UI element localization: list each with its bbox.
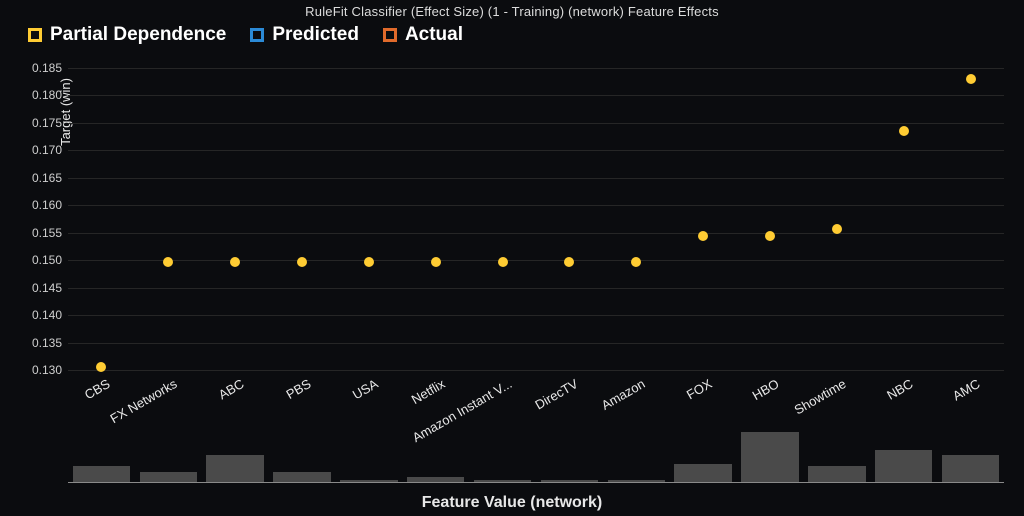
data-point[interactable] [832,224,842,234]
y-tick-label: 0.170 [28,143,62,157]
histogram-bar[interactable] [340,480,397,483]
x-tick-label: Amazon [599,376,648,413]
gridline [68,150,1004,151]
distribution-histogram [68,428,1004,483]
legend-item-actual[interactable]: Actual [383,24,463,46]
x-tick-label: FOX [684,376,715,402]
data-point[interactable] [698,231,708,241]
square-icon [383,28,397,42]
gridline [68,343,1004,344]
legend: Partial Dependence Predicted Actual [28,24,463,46]
histogram-bar[interactable] [741,432,798,482]
data-point[interactable] [899,126,909,136]
data-point[interactable] [631,257,641,267]
x-tick-label: AMC [950,376,983,403]
histogram-bar[interactable] [73,466,130,483]
gridline [68,205,1004,206]
x-tick-label: HBO [750,376,782,403]
y-tick-label: 0.155 [28,226,62,240]
y-tick-label: 0.185 [28,61,62,75]
chart-title: RuleFit Classifier (Effect Size) (1 - Tr… [0,4,1024,19]
x-tick-label: USA [350,376,381,402]
y-tick-label: 0.165 [28,171,62,185]
y-tick-label: 0.180 [28,88,62,102]
data-point[interactable] [765,231,775,241]
gridline [68,315,1004,316]
histogram-bar[interactable] [674,464,731,483]
histogram-bar[interactable] [140,472,197,482]
x-tick-label: ABC [216,376,247,402]
gridline [68,233,1004,234]
histogram-bar[interactable] [407,477,464,482]
y-tick-label: 0.160 [28,198,62,212]
x-tick-label: CBS [82,376,113,402]
data-point[interactable] [498,257,508,267]
gridline [68,95,1004,96]
data-point[interactable] [230,257,240,267]
gridline [68,123,1004,124]
x-tick-label: Netflix [408,376,447,407]
data-point[interactable] [364,257,374,267]
histogram-bar[interactable] [206,455,263,483]
legend-item-predicted[interactable]: Predicted [250,24,359,46]
histogram-bar[interactable] [942,455,999,483]
x-tick-label: FX Networks [108,376,180,426]
legend-label: Predicted [272,24,359,46]
gridline [68,68,1004,69]
y-tick-label: 0.140 [28,308,62,322]
data-point[interactable] [431,257,441,267]
legend-item-partial[interactable]: Partial Dependence [28,24,226,46]
y-tick-label: 0.145 [28,281,62,295]
y-tick-label: 0.175 [28,116,62,130]
gridline [68,288,1004,289]
histogram-bar[interactable] [808,466,865,483]
y-tick-label: 0.150 [28,253,62,267]
histogram-bar[interactable] [608,480,665,483]
square-icon [28,28,42,42]
y-tick-label: 0.135 [28,336,62,350]
data-point[interactable] [163,257,173,267]
data-point[interactable] [564,257,574,267]
y-tick-label: 0.130 [28,363,62,377]
square-icon [250,28,264,42]
x-tick-label: PBS [283,376,313,402]
scatter-plot: 0.1300.1350.1400.1450.1500.1550.1600.165… [68,68,1004,371]
x-tick-label: DirecTV [533,376,581,412]
histogram-bar[interactable] [273,472,330,482]
data-point[interactable] [966,74,976,84]
x-tick-label: NBC [884,376,915,403]
legend-label: Actual [405,24,463,46]
histogram-bar[interactable] [875,450,932,482]
data-point[interactable] [297,257,307,267]
gridline [68,370,1004,371]
x-axis-label: Feature Value (network) [0,494,1024,512]
histogram-bar[interactable] [541,480,598,483]
gridline [68,178,1004,179]
x-tick-label: Showtime [791,376,848,418]
histogram-bar[interactable] [474,480,531,483]
legend-label: Partial Dependence [50,24,226,46]
gridline [68,260,1004,261]
